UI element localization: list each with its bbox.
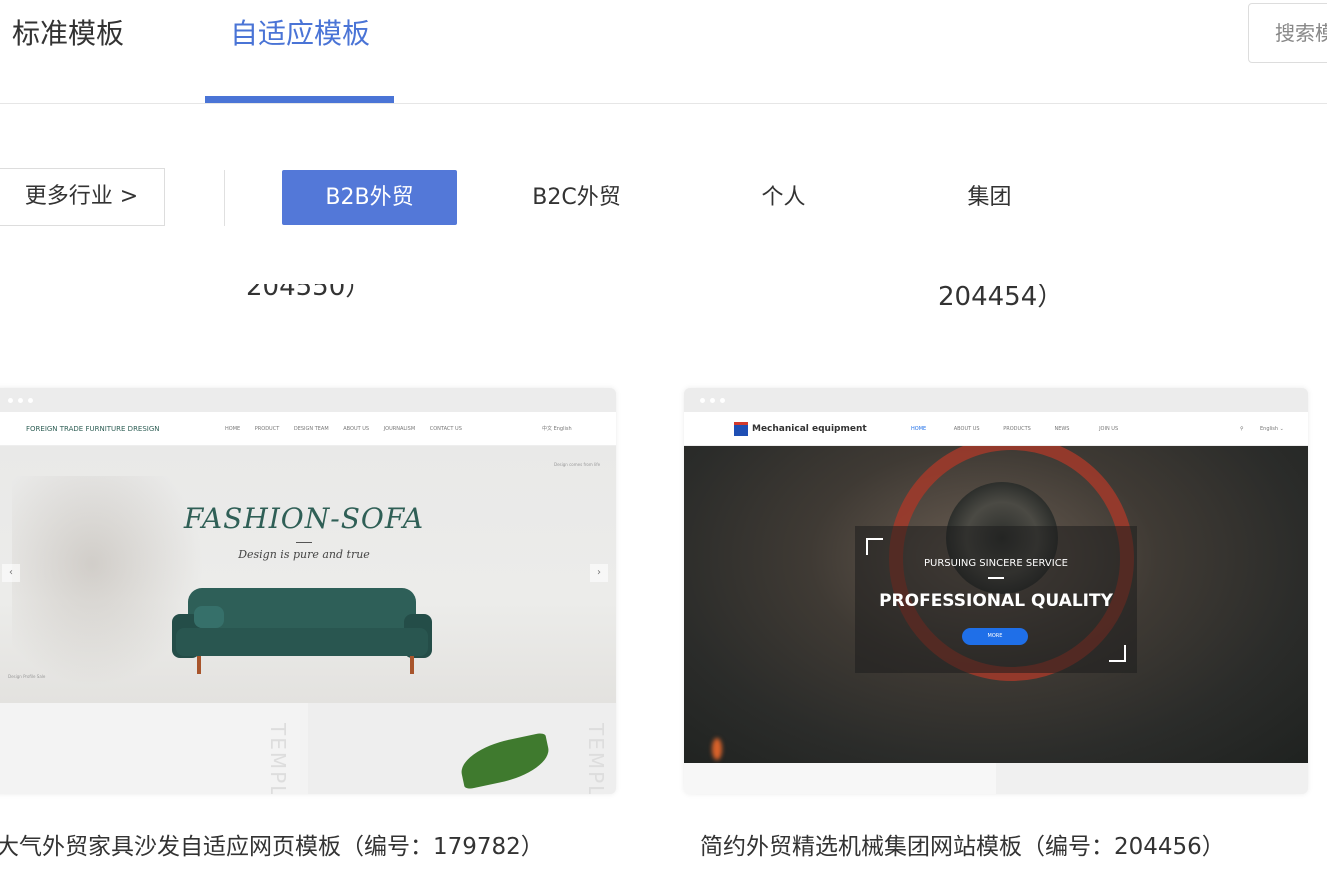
preview-menu-item: NEWS — [1054, 426, 1070, 432]
template-card-furniture[interactable]: FOREIGN TRADE FURNITURE DRESIGN HOME PRO… — [0, 388, 616, 794]
more-industries-button[interactable]: 更多行业 > — [0, 168, 165, 226]
template-caption-mechanical[interactable]: 简约外贸精选机械集团网站模板（编号：204456） — [700, 830, 1225, 864]
preview-menu-item: DESIGN TEAM — [293, 426, 329, 432]
window-dot — [700, 398, 705, 403]
template-card-mechanical[interactable]: Mechanical equipment HOME ABOUT US PRODU… — [684, 388, 1308, 794]
preview-logo: Mechanical equipment — [734, 412, 867, 446]
partial-caption-right: 204454） — [938, 284, 1063, 314]
filter-divider — [224, 170, 225, 226]
preview-menu: HOME ABOUT US PRODUCTS NEWS JOIN US — [911, 412, 1131, 446]
preview-side-note: Design comes from life — [554, 462, 601, 467]
preview-hero-banner: Design comes from life FASHION-SOFA Desi… — [0, 446, 616, 703]
search-input[interactable]: 搜索模板 — [1248, 3, 1327, 63]
preview-more-button: MORE — [962, 628, 1028, 645]
tab-responsive-templates[interactable]: 自适应模板 — [230, 14, 370, 54]
preview-logo: FOREIGN TRADE FURNITURE DRESIGN — [26, 425, 160, 433]
partial-caption-left: 204550） — [246, 284, 371, 310]
preview-hero-title: FASHION-SOFA — [183, 502, 425, 535]
tab-standard-templates[interactable]: 标准模板 — [12, 14, 124, 54]
preview-logo-text: Mechanical equipment — [752, 424, 867, 434]
browser-bar — [0, 388, 616, 412]
window-dot — [18, 398, 23, 403]
preview-hero-subtitle: Design is pure and true — [238, 548, 370, 561]
preview-menu-item: HOME — [225, 426, 241, 432]
partial-caption-right-text: 204454） — [938, 284, 1064, 312]
corner-decoration — [866, 538, 883, 555]
title-divider — [988, 577, 1004, 579]
title-divider — [296, 542, 312, 543]
preview-hero-subtitle: PURSUING SINCERE SERVICE — [923, 558, 1068, 569]
preview-menu: HOME PRODUCT DESIGN TEAM ABOUT US JOURNA… — [225, 412, 475, 446]
window-dot — [8, 398, 13, 403]
window-dot — [28, 398, 33, 403]
preview-menu-item: ABOUT US — [343, 426, 370, 432]
plant-leaf-image — [456, 732, 554, 790]
preview-lower-section — [684, 763, 1308, 794]
preview-vertical-text: TEMPLATE — [266, 723, 290, 794]
preview-menu-item: ABOUT US — [953, 426, 980, 432]
preview-lower-section: TEMPLATE TEMPLATE — [0, 703, 616, 794]
preview-hero-title: PROFESSIONAL QUALITY — [879, 591, 1113, 611]
preview-language: 中文 English — [542, 426, 572, 432]
sofa-leg — [410, 656, 414, 674]
window-dot — [720, 398, 725, 403]
partial-caption-left-text: 204550） — [246, 284, 372, 302]
preview-site-nav: Mechanical equipment HOME ABOUT US PRODU… — [684, 412, 1308, 446]
preview-menu-item: JOIN US — [1099, 426, 1119, 432]
active-tab-indicator — [205, 96, 394, 103]
preview-menu-item: CONTACT US — [429, 426, 462, 432]
category-group[interactable]: 集团 — [902, 170, 1077, 225]
category-personal[interactable]: 个人 — [696, 170, 871, 225]
template-type-tabbar: 标准模板 自适应模板 搜索模板 — [0, 0, 1327, 104]
preview-language: English ⌄ — [1260, 426, 1284, 432]
preview-menu-item: HOME — [911, 426, 927, 432]
preview-hero-banner: PURSUING SINCERE SERVICE PROFESSIONAL QU… — [684, 446, 1308, 763]
logo-icon — [734, 421, 748, 436]
preview-menu-item: JOURNALISM — [383, 426, 416, 432]
sofa-leg — [197, 656, 201, 674]
preview-menu-item: PRODUCT — [254, 426, 280, 432]
browser-bar — [684, 388, 1308, 412]
carousel-prev-icon: ‹ — [2, 564, 20, 582]
search-icon: ⚲ — [1240, 426, 1244, 432]
preview-lower-pane: TEMPLATE — [308, 703, 616, 794]
corner-decoration — [1109, 645, 1126, 662]
spark-decoration — [712, 738, 722, 760]
window-dot — [710, 398, 715, 403]
preview-site-nav: FOREIGN TRADE FURNITURE DRESIGN HOME PRO… — [0, 412, 616, 446]
sofa-pillow — [194, 606, 224, 628]
sofa-seat — [176, 628, 428, 656]
category-b2c-foreign-trade[interactable]: B2C外贸 — [489, 170, 664, 225]
preview-menu-item: PRODUCTS — [1003, 426, 1031, 432]
preview-bottom-note: Design Profile Sale — [8, 674, 46, 679]
carousel-next-icon: › — [590, 564, 608, 582]
preview-vertical-text: TEMPLATE — [584, 723, 608, 794]
category-b2b-foreign-trade[interactable]: B2B外贸 — [282, 170, 457, 225]
preview-lower-pane — [996, 763, 1308, 794]
template-caption-furniture[interactable]: 大气外贸家具沙发自适应网页模板（编号：179782） — [0, 830, 544, 864]
